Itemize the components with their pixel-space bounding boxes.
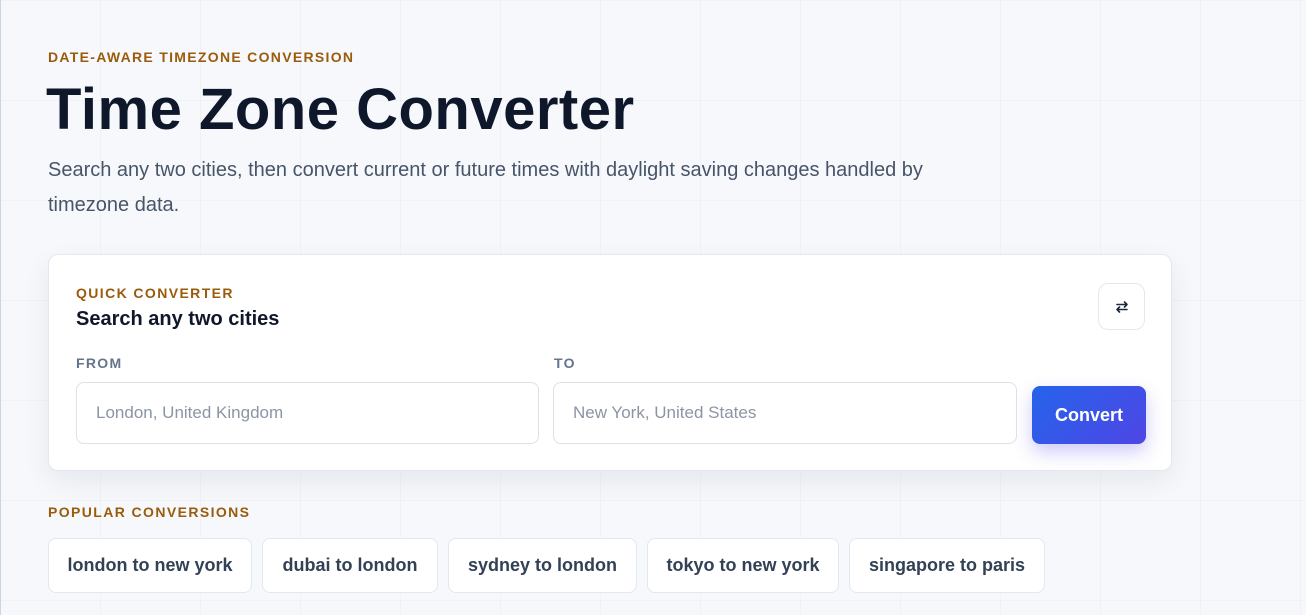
to-city-input[interactable] [553,382,1017,444]
popular-chip-london-new-york[interactable]: london to new york [48,538,252,593]
popular-chip-sydney-london[interactable]: sydney to london [448,538,637,593]
hero-eyebrow: DATE-AWARE TIMEZONE CONVERSION [48,49,355,65]
from-label: FROM [76,355,123,371]
page-subtitle: Search any two cities, then convert curr… [48,159,923,216]
quick-converter-card: QUICK CONVERTER Search any two cities FR… [48,254,1172,471]
swap-arrows-icon [1114,299,1130,315]
converter-title: Search any two cities [76,308,280,330]
to-label: TO [554,355,576,371]
converter-eyebrow: QUICK CONVERTER [76,285,234,301]
popular-conversions-label: POPULAR CONVERSIONS [48,504,251,520]
swap-cities-button[interactable] [1098,283,1145,330]
page: DATE-AWARE TIMEZONE CONVERSION Time Zone… [0,0,1306,615]
popular-chip-tokyo-new-york[interactable]: tokyo to new york [647,538,839,593]
window-edge [0,0,1,615]
page-title: Time Zone Converter [46,77,635,142]
popular-chip-dubai-london[interactable]: dubai to london [262,538,438,593]
convert-button[interactable]: Convert [1032,386,1146,444]
from-city-input[interactable] [76,382,539,444]
popular-chip-singapore-paris[interactable]: singapore to paris [849,538,1045,593]
